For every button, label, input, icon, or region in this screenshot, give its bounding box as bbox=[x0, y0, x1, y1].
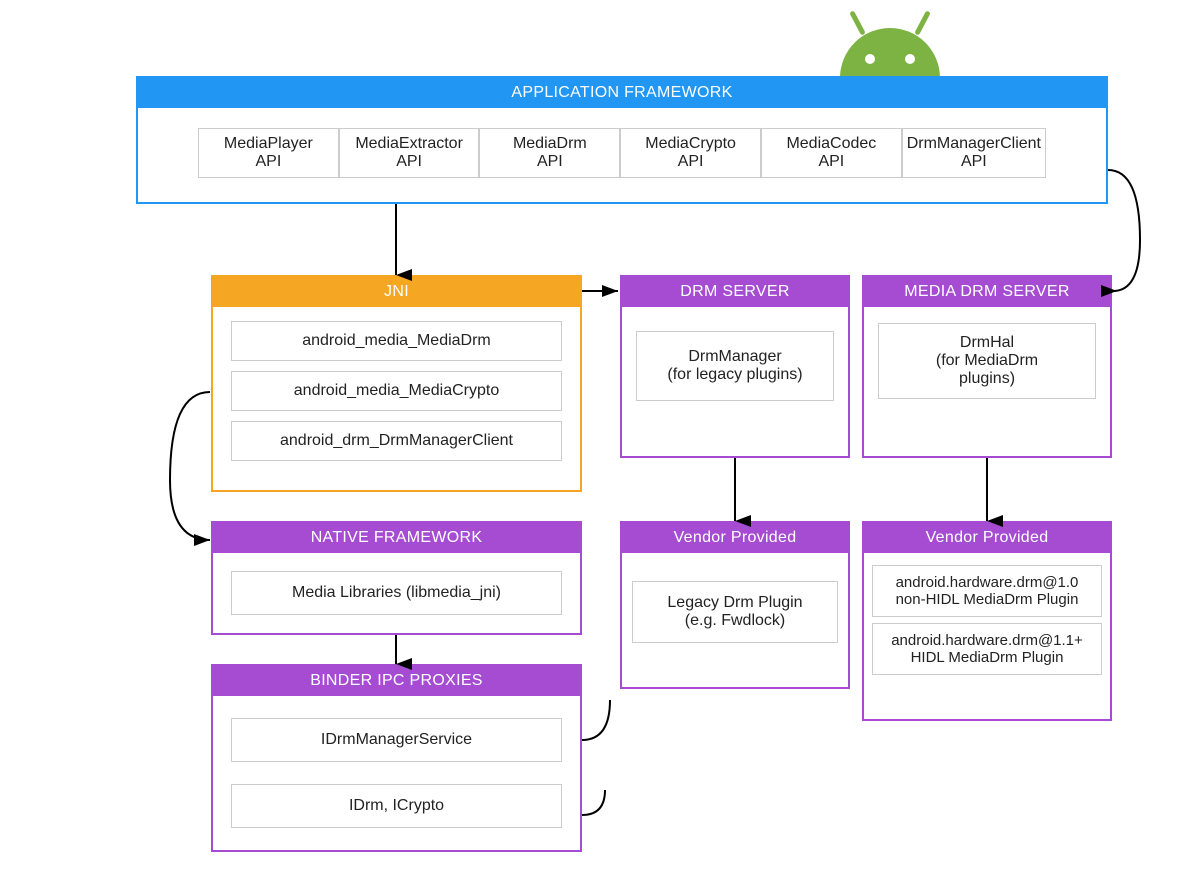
legacy-plugin-cell: Legacy Drm Plugin (e.g. Fwdlock) bbox=[632, 581, 838, 643]
drm-manager-sublabel: (for legacy plugins) bbox=[641, 366, 829, 384]
application-framework-body: MediaPlayer API MediaExtractor API Media… bbox=[138, 108, 1106, 198]
drmhal-label: DrmHal bbox=[883, 334, 1091, 352]
binder-ipc-proxies-block: BINDER IPC PROXIES IDrmManagerService ID… bbox=[211, 664, 582, 852]
api-mediacodec: MediaCodec API bbox=[761, 128, 902, 178]
drm11-sublabel: HIDL MediaDrm Plugin bbox=[875, 649, 1099, 666]
vendor-provided-hidl-block: Vendor Provided android.hardware.drm@1.0… bbox=[862, 521, 1112, 721]
api-label: MediaCodec bbox=[786, 135, 876, 153]
native-framework-block: NATIVE FRAMEWORK Media Libraries (libmed… bbox=[211, 521, 582, 635]
drm-server-block: DRM SERVER DrmManager (for legacy plugin… bbox=[620, 275, 850, 458]
drmhal-sublabel2: plugins) bbox=[883, 370, 1091, 388]
android-robot-icon bbox=[830, 10, 950, 76]
vendor1-header: Vendor Provided bbox=[622, 523, 848, 553]
idrmmanagerservice-cell: IDrmManagerService bbox=[231, 718, 562, 762]
jni-header: JNI bbox=[213, 277, 580, 307]
drmhal-sublabel: (for MediaDrm bbox=[883, 352, 1091, 370]
media-libraries-cell: Media Libraries (libmedia_jni) bbox=[231, 571, 562, 615]
media-drm-server-body: DrmHal (for MediaDrm plugins) bbox=[864, 307, 1110, 415]
jni-item-mediacrypto: android_media_MediaCrypto bbox=[231, 371, 562, 411]
media-drm-server-block: MEDIA DRM SERVER DrmHal (for MediaDrm pl… bbox=[862, 275, 1112, 458]
jni-item-mediadrm: android_media_MediaDrm bbox=[231, 321, 562, 361]
api-label: API bbox=[537, 153, 563, 171]
vendor1-body: Legacy Drm Plugin (e.g. Fwdlock) bbox=[622, 553, 848, 671]
api-mediacrypto: MediaCrypto API bbox=[620, 128, 761, 178]
drm-manager-label: DrmManager bbox=[641, 348, 829, 366]
api-mediadrm: MediaDrm API bbox=[479, 128, 620, 178]
api-mediaextractor: MediaExtractor API bbox=[339, 128, 480, 178]
drmhal-cell: DrmHal (for MediaDrm plugins) bbox=[878, 323, 1096, 399]
application-framework-header: APPLICATION FRAMEWORK bbox=[138, 78, 1106, 108]
api-label: DrmManagerClient bbox=[907, 135, 1041, 153]
native-framework-header: NATIVE FRAMEWORK bbox=[213, 523, 580, 553]
drm11-label: android.hardware.drm@1.1+ bbox=[875, 632, 1099, 649]
drm-server-body: DrmManager (for legacy plugins) bbox=[622, 307, 848, 425]
jni-item-drmmanagerclient: android_drm_DrmManagerClient bbox=[231, 421, 562, 461]
binder-body: IDrmManagerService IDrm, ICrypto bbox=[213, 696, 580, 850]
api-label: API bbox=[961, 153, 987, 171]
native-framework-body: Media Libraries (libmedia_jni) bbox=[213, 553, 580, 633]
api-label: MediaDrm bbox=[513, 135, 587, 153]
idrm-icrypto-cell: IDrm, ICrypto bbox=[231, 784, 562, 828]
vendor2-body: android.hardware.drm@1.0 non-HIDL MediaD… bbox=[864, 553, 1110, 687]
api-label: API bbox=[818, 153, 844, 171]
api-label: MediaPlayer bbox=[224, 135, 313, 153]
api-mediaplayer: MediaPlayer API bbox=[198, 128, 339, 178]
api-drmmanagerclient: DrmManagerClient API bbox=[902, 128, 1046, 178]
api-label: API bbox=[678, 153, 704, 171]
api-label: API bbox=[396, 153, 422, 171]
jni-block: JNI android_media_MediaDrm android_media… bbox=[211, 275, 582, 492]
api-label: MediaExtractor bbox=[355, 135, 463, 153]
drm11-cell: android.hardware.drm@1.1+ HIDL MediaDrm … bbox=[872, 623, 1102, 675]
media-drm-server-header: MEDIA DRM SERVER bbox=[864, 277, 1110, 307]
api-label: MediaCrypto bbox=[645, 135, 736, 153]
drm10-cell: android.hardware.drm@1.0 non-HIDL MediaD… bbox=[872, 565, 1102, 617]
api-label: API bbox=[255, 153, 281, 171]
vendor2-header: Vendor Provided bbox=[864, 523, 1110, 553]
binder-header: BINDER IPC PROXIES bbox=[213, 666, 580, 696]
drm-manager-cell: DrmManager (for legacy plugins) bbox=[636, 331, 834, 401]
vendor-provided-legacy-block: Vendor Provided Legacy Drm Plugin (e.g. … bbox=[620, 521, 850, 689]
jni-body: android_media_MediaDrm android_media_Med… bbox=[213, 307, 580, 475]
legacy-plugin-sublabel: (e.g. Fwdlock) bbox=[637, 612, 833, 630]
drm10-label: android.hardware.drm@1.0 bbox=[875, 574, 1099, 591]
drm10-sublabel: non-HIDL MediaDrm Plugin bbox=[875, 591, 1099, 608]
application-framework-block: APPLICATION FRAMEWORK MediaPlayer API Me… bbox=[136, 76, 1108, 204]
drm-server-header: DRM SERVER bbox=[622, 277, 848, 307]
legacy-plugin-label: Legacy Drm Plugin bbox=[637, 594, 833, 612]
